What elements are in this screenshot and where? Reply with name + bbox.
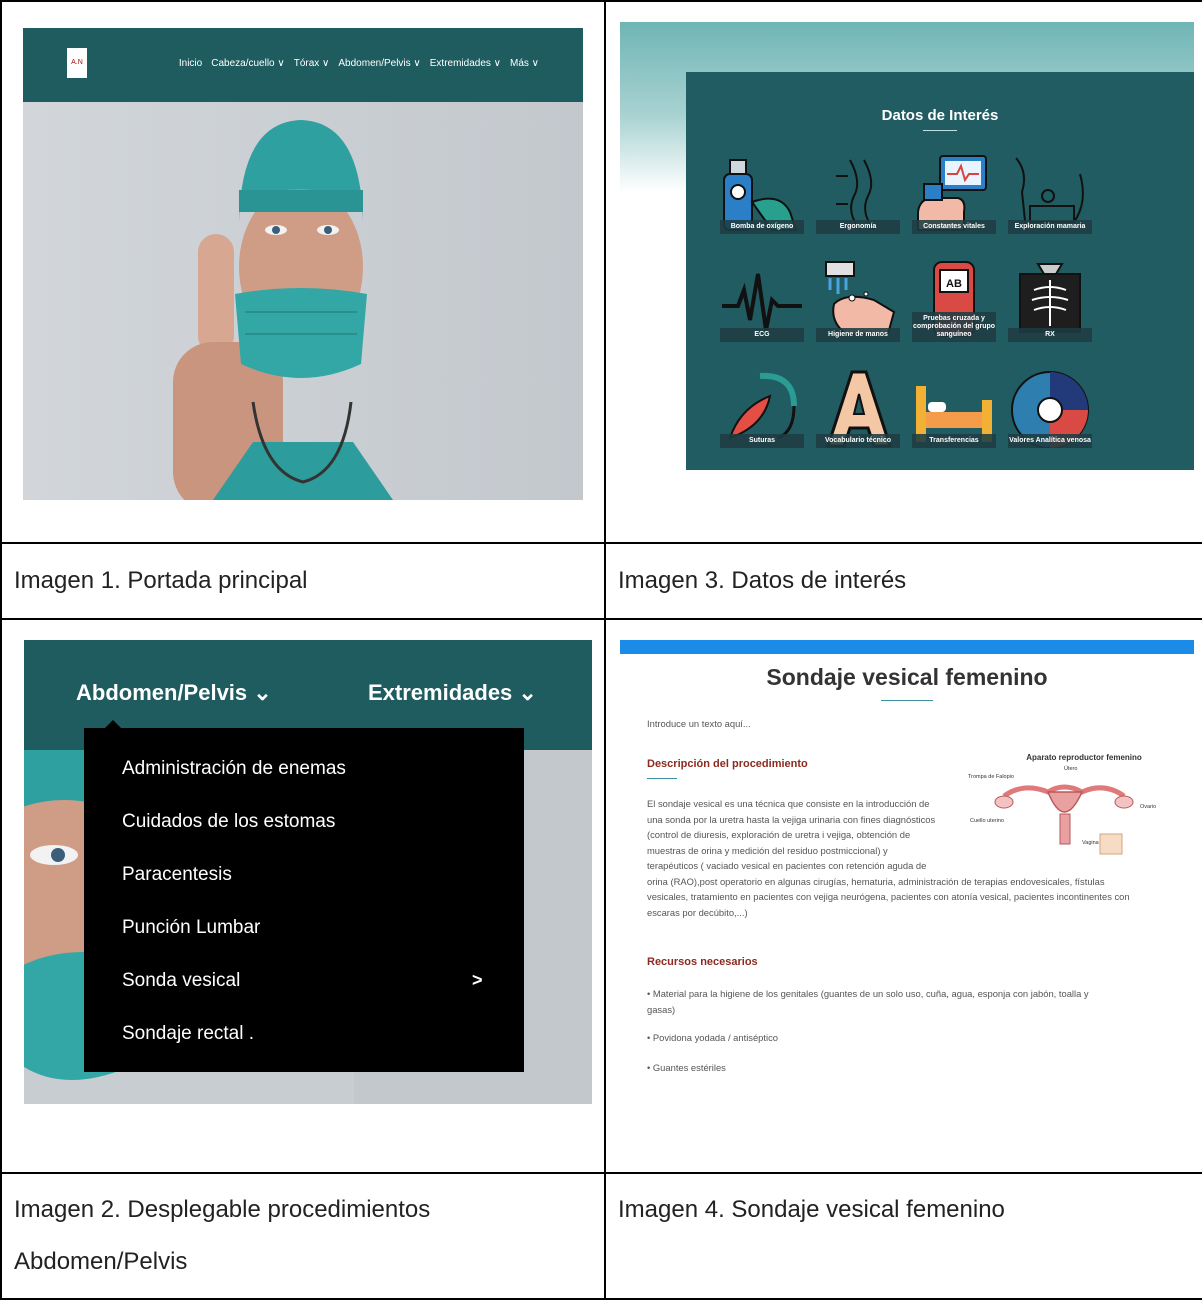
tile-label: Ergonomía <box>816 220 900 234</box>
tile-label: ECG <box>720 328 804 342</box>
tile-constantes-vitales[interactable]: Constantes vitales <box>912 152 996 234</box>
caption-image2: Imagen 2. Desplegable procedimientos Abd… <box>0 1172 606 1300</box>
resource-item-povidona: • Povidona yodada / antiséptico <box>647 1032 778 1043</box>
tile-label: Constantes vitales <box>912 220 996 234</box>
caption-image3: Imagen 3. Datos de interés <box>604 542 1202 620</box>
image4-cell: Sondaje vesical femenino Introduce un te… <box>604 618 1202 1174</box>
hero-photo-surgeon <box>23 102 583 500</box>
tile-ergonomia[interactable]: Ergonomía <box>816 152 900 234</box>
title-underline <box>923 130 957 131</box>
svg-text:Aparato reproductor femenino: Aparato reproductor femenino <box>1026 753 1142 762</box>
tile-vocabulario-tecnico[interactable]: Vocabulario técnico <box>816 366 900 448</box>
nav-item-abdomen-pelvis[interactable]: Abdomen/Pelvis ∨ <box>338 58 420 69</box>
tile-label: Transferencias <box>912 434 996 448</box>
chevron-right-icon[interactable]: > <box>472 970 483 991</box>
nav-item-abdomen-pelvis[interactable]: Abdomen/Pelvis ⌄ <box>76 680 272 706</box>
tile-suturas[interactable]: Suturas <box>720 366 804 448</box>
tile-ecg[interactable]: ECG <box>720 260 804 342</box>
homepage-screenshot: A.N Inicio Cabeza/cuello ∨ Tórax ∨ Abdom… <box>23 28 583 500</box>
caption-image4: Imagen 4. Sondaje vesical femenino <box>604 1172 1202 1300</box>
datos-interes-screenshot: Datos de Interés Bomba de oxígeno Ergono… <box>620 22 1194 510</box>
svg-text:Trompa de Falopio: Trompa de Falopio <box>968 774 1014 780</box>
blood-group-label: AB <box>946 278 962 290</box>
site-logo[interactable]: A.N <box>67 48 87 78</box>
tile-label: Pruebas cruzada y comprobación del grupo… <box>912 312 996 342</box>
datos-interes-panel: Datos de Interés Bomba de oxígeno Ergono… <box>686 72 1194 470</box>
tile-bomba-oxigeno[interactable]: Bomba de oxígeno <box>720 152 804 234</box>
nav-item-torax[interactable]: Tórax ∨ <box>294 58 330 69</box>
nav-item-inicio[interactable]: Inicio <box>179 58 202 69</box>
section-heading-recursos: Recursos necesarios <box>647 956 758 968</box>
nav-menu: Inicio Cabeza/cuello ∨ Tórax ∨ Abdomen/P… <box>179 58 539 69</box>
image3-cell: Datos de Interés Bomba de oxígeno Ergono… <box>604 0 1202 544</box>
nav-item-extremidades[interactable]: Extremidades ∨ <box>430 58 501 69</box>
nav-item-extremidades[interactable]: Extremidades ⌄ <box>368 680 537 706</box>
nav-item-mas[interactable]: Más ∨ <box>510 58 539 69</box>
female-reproductive-diagram: Aparato reproductor femenino Trompa de F… <box>968 753 1156 855</box>
tile-valores-analitica[interactable]: Valores Analítica venosa <box>1008 366 1092 448</box>
section-heading-descripcion: Descripción del procedimiento <box>647 758 808 779</box>
tile-label: Vocabulario técnico <box>816 434 900 448</box>
image2-cell: ‹ Abdomen/Pelvis ⌄ Extremidades ⌄ Admini… <box>0 618 606 1174</box>
intro-text: Introduce un texto aquí... <box>647 718 751 729</box>
tile-label: Suturas <box>720 434 804 448</box>
menu-item-puncion-lumbar[interactable]: Punción Lumbar <box>122 917 260 939</box>
menu-item-sonda-vesical[interactable]: Sonda vesical <box>122 970 240 992</box>
tile-label: Valores Analítica venosa <box>1008 434 1092 448</box>
menu-item-paracentesis[interactable]: Paracentesis <box>122 864 232 886</box>
image1-cell: A.N Inicio Cabeza/cuello ∨ Tórax ∨ Abdom… <box>0 0 606 544</box>
tile-label: Exploración mamaria <box>1008 220 1092 234</box>
resource-item-guantes: • Guantes estériles <box>647 1062 726 1073</box>
page-title: Sondaje vesical femenino <box>766 664 1048 690</box>
procedure-page-screenshot: Sondaje vesical femenino Introduce un te… <box>620 640 1194 1116</box>
caption-image1: Imagen 1. Portada principal <box>0 542 606 620</box>
tile-label: RX <box>1008 328 1092 342</box>
resource-item-material: • Material para la higiene de los genita… <box>647 988 1089 1015</box>
tile-rx[interactable]: RX <box>1008 260 1092 342</box>
top-navbar: A.N Inicio Cabeza/cuello ∨ Tórax ∨ Abdom… <box>23 28 583 102</box>
tile-higiene-manos[interactable]: Higiene de manos <box>816 260 900 342</box>
svg-text:Vagina: Vagina <box>1082 840 1100 846</box>
menu-item-sondaje-rectal[interactable]: Sondaje rectal . <box>122 1023 254 1045</box>
svg-text:Útero: Útero <box>1064 765 1077 772</box>
panel-title: Datos de Interés <box>881 107 999 124</box>
dropdown-caret <box>104 720 122 729</box>
tile-exploracion-mamaria[interactable]: Exploración mamaria <box>1008 152 1092 234</box>
menu-item-enemas[interactable]: Administración de enemas <box>122 758 346 780</box>
tile-pruebas-cruzadas[interactable]: AB Pruebas cruzada y comprobación del gr… <box>912 260 996 342</box>
svg-text:Ovario: Ovario <box>1140 804 1156 810</box>
dropdown-menu: Administración de enemas Cuidados de los… <box>84 720 524 1072</box>
top-blue-bar <box>620 640 1194 654</box>
menu-item-estomas[interactable]: Cuidados de los estomas <box>122 811 335 833</box>
tile-transferencias[interactable]: Transferencias <box>912 366 996 448</box>
dropdown-screenshot: ‹ Abdomen/Pelvis ⌄ Extremidades ⌄ Admini… <box>24 640 592 1104</box>
svg-text:Cuello uterino: Cuello uterino <box>970 818 1004 824</box>
tile-label: Bomba de oxígeno <box>720 220 804 234</box>
nav-item-cabeza-cuello[interactable]: Cabeza/cuello ∨ <box>211 58 284 69</box>
tile-label: Higiene de manos <box>816 328 900 342</box>
title-underline <box>881 700 933 701</box>
